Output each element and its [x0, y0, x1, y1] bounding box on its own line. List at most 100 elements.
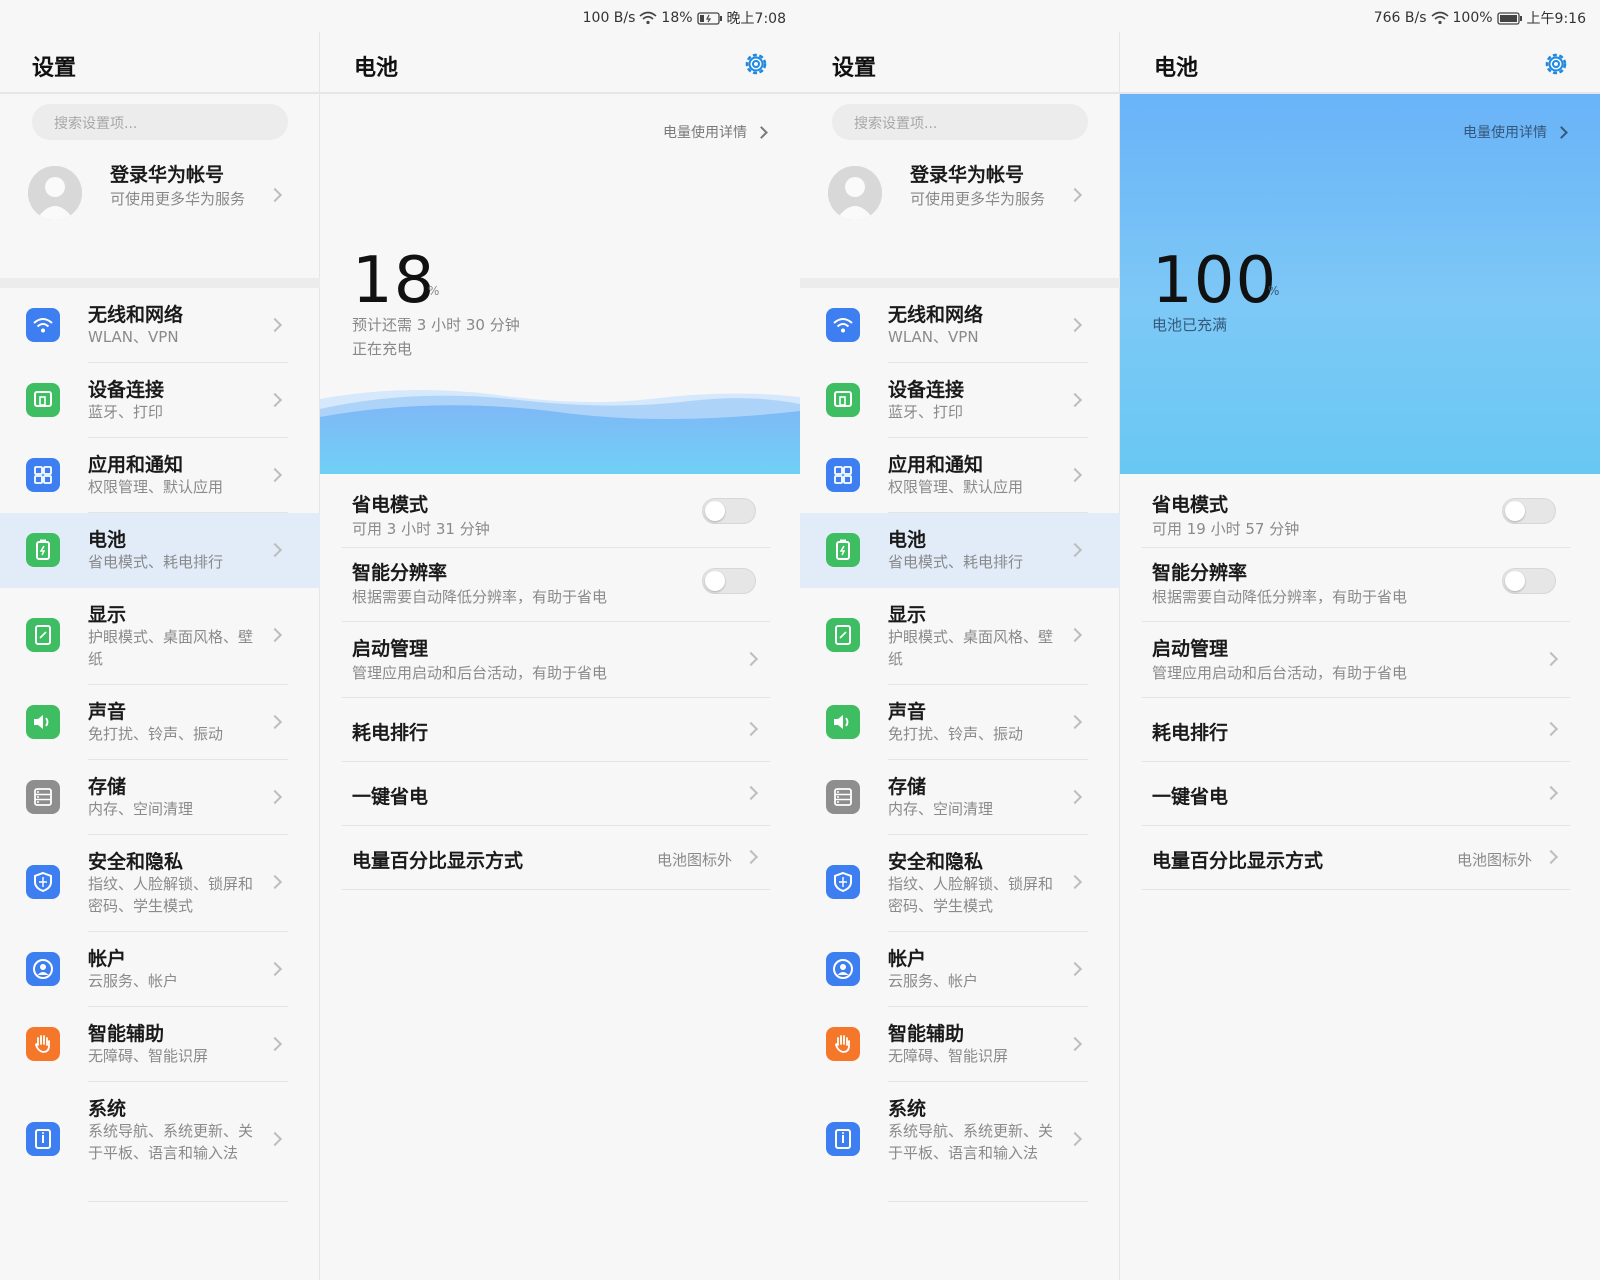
chevron-right-icon	[267, 317, 283, 333]
sidebar-item-system[interactable]: 系统 系统导航、系统更新、关于平板、语言和输入法	[0, 1082, 320, 1202]
power-saving-row[interactable]: 省电模式 可用 3 小时 31 分钟	[342, 482, 770, 548]
sidebar-item-storage[interactable]: 存储 内存、空间清理	[0, 760, 320, 835]
settings-header: 设置	[0, 32, 319, 94]
percent-display-row[interactable]: 电量百分比显示方式 电池图标外	[1142, 826, 1570, 890]
sidebar-item-account[interactable]: 帐户 云服务、帐户	[0, 932, 320, 1007]
sidebar-item-security[interactable]: 安全和隐私 指纹、人脸解锁、锁屏和密码、学生模式	[0, 835, 320, 932]
chevron-right-icon	[267, 467, 283, 483]
row-value: 电池图标外	[1456, 851, 1532, 869]
search-input[interactable]: 搜索设置项...	[32, 104, 288, 140]
smart-resolution-toggle[interactable]	[702, 568, 756, 594]
apps-icon	[26, 458, 60, 492]
sidebar-item-battery[interactable]: 电池 省电模式、耗电排行	[800, 513, 1120, 588]
chevron-right-icon	[1555, 125, 1568, 139]
battery-usage-detail-link[interactable]: 电量使用详情	[1463, 122, 1568, 142]
sidebar-item-sound[interactable]: 声音 免打扰、铃声、振动	[800, 685, 1120, 760]
sidebar-item-device-connect[interactable]: 设备连接 蓝牙、打印	[800, 363, 1120, 438]
battery-title: 电池	[354, 56, 399, 81]
percent-unit: %	[1268, 284, 1280, 298]
chevron-right-icon	[1067, 1036, 1083, 1052]
sidebar-item-sub: 云服务、帐户	[88, 972, 179, 990]
account-login-item[interactable]: 登录华为帐号 可使用更多华为服务	[0, 154, 320, 244]
battery-usage-detail-link[interactable]: 电量使用详情	[663, 122, 768, 142]
battery-title: 电池	[1154, 56, 1199, 81]
sidebar-item-wireless[interactable]: 无线和网络 WLAN、VPN	[0, 288, 320, 363]
one-key-saving-row[interactable]: 一键省电	[1142, 762, 1570, 826]
sidebar-item-label: 无线和网络	[88, 304, 184, 326]
row-sub: 可用 19 小时 57 分钟	[1152, 520, 1300, 538]
sidebar-item-label: 电池	[88, 529, 127, 551]
percent-display-row[interactable]: 电量百分比显示方式 电池图标外	[342, 826, 770, 890]
sidebar-item-sub: 免打扰、铃声、振动	[88, 725, 224, 743]
sidebar-item-system[interactable]: 系统 系统导航、系统更新、关于平板、语言和输入法	[800, 1082, 1120, 1202]
chevron-right-icon	[1067, 1131, 1083, 1147]
row-sub: 可用 3 小时 31 分钟	[352, 520, 490, 538]
row-title: 省电模式	[1152, 494, 1229, 516]
storage-icon	[826, 780, 860, 814]
smart-resolution-row[interactable]: 智能分辨率 根据需要自动降低分辨率，有助于省电	[1142, 548, 1570, 622]
one-key-saving-row[interactable]: 一键省电	[342, 762, 770, 826]
storage-icon	[26, 780, 60, 814]
sidebar-item-display[interactable]: 显示 护眼模式、桌面风格、壁纸	[0, 588, 320, 685]
chevron-right-icon	[743, 785, 759, 801]
sidebar-item-sub: 护眼模式、桌面风格、壁纸	[88, 628, 254, 668]
sidebar-item-security[interactable]: 安全和隐私 指纹、人脸解锁、锁屏和密码、学生模式	[800, 835, 1120, 932]
account-login-item[interactable]: 登录华为帐号 可使用更多华为服务	[800, 154, 1120, 244]
battery-percent-value: 100	[1152, 244, 1278, 318]
sidebar-item-assist[interactable]: 智能辅助 无障碍、智能识屏	[800, 1007, 1120, 1082]
gear-icon[interactable]	[1542, 50, 1570, 78]
account-icon	[826, 952, 860, 986]
account-sub: 可使用更多华为服务	[110, 190, 246, 208]
chevron-right-icon	[267, 542, 283, 558]
power-ranking-row[interactable]: 耗电排行	[1142, 698, 1570, 762]
charging-status: 正在充电	[352, 340, 413, 358]
row-title: 智能分辨率	[352, 562, 448, 584]
startup-management-row[interactable]: 启动管理 管理应用启动和后台活动，有助于省电	[1142, 622, 1570, 698]
chevron-right-icon	[755, 125, 768, 139]
power-saving-toggle[interactable]	[1502, 498, 1556, 524]
smart-resolution-row[interactable]: 智能分辨率 根据需要自动降低分辨率，有助于省电	[342, 548, 770, 622]
sidebar-item-label: 存储	[888, 776, 927, 798]
power-ranking-row[interactable]: 耗电排行	[342, 698, 770, 762]
sidebar-item-storage[interactable]: 存储 内存、空间清理	[800, 760, 1120, 835]
account-sub: 可使用更多华为服务	[910, 190, 1046, 208]
sidebar-item-label: 显示	[888, 604, 927, 626]
device-connect-icon	[826, 383, 860, 417]
section-gap	[800, 278, 1120, 288]
sidebar-item-sub: 免打扰、铃声、振动	[888, 725, 1024, 743]
sidebar-item-sub: 无障碍、智能识屏	[88, 1047, 209, 1065]
row-title: 一键省电	[352, 786, 429, 808]
time-remaining: 预计还需 3 小时 30 分钟	[352, 316, 520, 334]
detail-link-label: 电量使用详情	[663, 125, 747, 141]
sidebar-item-display[interactable]: 显示 护眼模式、桌面风格、壁纸	[800, 588, 1120, 685]
sidebar-item-sound[interactable]: 声音 免打扰、铃声、振动	[0, 685, 320, 760]
startup-management-row[interactable]: 启动管理 管理应用启动和后台活动，有助于省电	[342, 622, 770, 698]
chevron-right-icon	[1067, 874, 1083, 890]
sidebar-item-battery[interactable]: 电池 省电模式、耗电排行	[0, 513, 320, 588]
sidebar-item-label: 帐户	[88, 948, 127, 970]
battery-icon	[26, 533, 60, 567]
row-title: 智能分辨率	[1152, 562, 1248, 584]
sidebar-item-sub: 蓝牙、打印	[888, 403, 964, 421]
sidebar-item-account[interactable]: 帐户 云服务、帐户	[800, 932, 1120, 1007]
sidebar-item-label: 系统	[88, 1098, 127, 1120]
sidebar-item-assist[interactable]: 智能辅助 无障碍、智能识屏	[0, 1007, 320, 1082]
gear-icon[interactable]	[742, 50, 770, 78]
battery-panel: 电池 电量使用详情 18 % 预计还需 3 小时 30 分钟 正在充电 省电模式…	[320, 32, 800, 1280]
battery-icon	[826, 533, 860, 567]
search-input[interactable]: 搜索设置项...	[832, 104, 1088, 140]
screen-full: 766 B/s 100% 上午9:16 设置 搜索设置项... 登录华为帐号 可…	[800, 0, 1600, 1280]
sidebar-item-apps[interactable]: 应用和通知 权限管理、默认应用	[0, 438, 320, 513]
smart-resolution-toggle[interactable]	[1502, 568, 1556, 594]
power-saving-row[interactable]: 省电模式 可用 19 小时 57 分钟	[1142, 482, 1570, 548]
chevron-right-icon	[1543, 721, 1559, 737]
chevron-right-icon	[743, 849, 759, 865]
sound-icon	[26, 705, 60, 739]
sidebar-item-apps[interactable]: 应用和通知 权限管理、默认应用	[800, 438, 1120, 513]
settings-title: 设置	[832, 56, 877, 81]
power-saving-toggle[interactable]	[702, 498, 756, 524]
sidebar-item-device-connect[interactable]: 设备连接 蓝牙、打印	[0, 363, 320, 438]
sidebar-item-wireless[interactable]: 无线和网络 WLAN、VPN	[800, 288, 1120, 363]
device-connect-icon	[26, 383, 60, 417]
chevron-right-icon	[267, 961, 283, 977]
